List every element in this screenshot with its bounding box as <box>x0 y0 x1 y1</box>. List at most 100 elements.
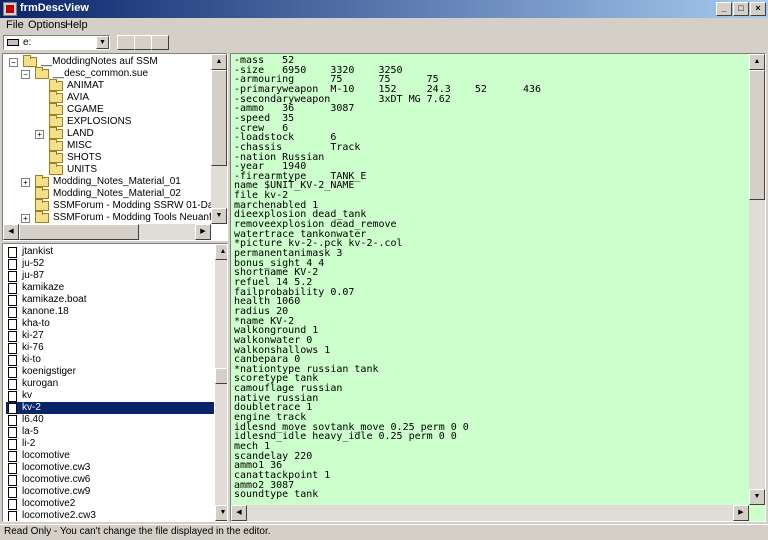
file-list-item[interactable]: kv-2 <box>6 402 214 414</box>
file-list-item[interactable]: ju-52 <box>6 258 214 270</box>
chevron-down-icon[interactable]: ▼ <box>96 36 109 49</box>
file-icon <box>8 463 17 474</box>
file-list-item[interactable]: ki-27 <box>6 330 214 342</box>
file-icon <box>8 247 17 258</box>
file-name: ki-to <box>22 354 41 365</box>
tree-item-label: SSMForum - Modding Tools Neuanfang 01-Da <box>53 212 228 223</box>
file-list-item[interactable]: kha-to <box>6 318 214 330</box>
file-list-item[interactable]: kamikaze <box>6 282 214 294</box>
folder-icon <box>35 211 49 223</box>
file-name: locomotive.cw6 <box>22 474 91 485</box>
file-list-item[interactable]: kurogan <box>6 378 214 390</box>
close-button[interactable]: × <box>750 2 766 16</box>
scroll-left-icon[interactable]: ◀ <box>231 505 247 521</box>
file-list-item[interactable]: ju-87 <box>6 270 214 282</box>
file-name: ju-52 <box>22 258 45 269</box>
expand-icon[interactable]: + <box>35 130 44 139</box>
folder-tree[interactable]: − __ModdingNotes auf SSM − __desc_common.su… <box>2 53 228 241</box>
file-list-item[interactable]: ki-76 <box>6 342 214 354</box>
description-editor[interactable]: -mass 52 -size 6950 3320 3250 -armouring 7… <box>230 53 766 522</box>
file-list-item[interactable]: koenigstiger <box>6 366 214 378</box>
tree-item-label: EXPLOSIONS <box>67 116 132 127</box>
file-icon <box>8 259 17 270</box>
files-vscroll-thumb[interactable] <box>215 368 227 384</box>
scroll-right-icon[interactable]: ▶ <box>733 505 749 521</box>
file-list-item[interactable]: l6.40 <box>6 414 214 426</box>
expand-icon[interactable]: + <box>21 178 30 187</box>
file-icon <box>8 511 17 521</box>
file-list-item[interactable]: la-5 <box>6 426 214 438</box>
file-name: ju-87 <box>22 270 45 281</box>
scroll-up-icon[interactable]: ▲ <box>215 244 227 260</box>
folder-icon <box>49 151 63 163</box>
file-list-item[interactable]: ki-to <box>6 354 214 366</box>
tree-item-label: Modding_Notes_Material_01 <box>53 176 181 187</box>
file-list-item[interactable]: kamikaze.boat <box>6 294 214 306</box>
editor-vscroll-thumb[interactable] <box>749 70 765 200</box>
file-list-item[interactable]: li-2 <box>6 438 214 450</box>
folder-icon <box>49 127 63 139</box>
file-icon <box>8 439 17 450</box>
tree-vscroll-thumb[interactable] <box>211 70 227 166</box>
file-list-item[interactable]: kanone.18 <box>6 306 214 318</box>
file-icon <box>8 475 17 486</box>
maximize-button[interactable]: □ <box>733 2 749 16</box>
file-list-item[interactable]: locomotive.cw6 <box>6 474 214 486</box>
tree-vscrollbar[interactable]: ▲ ▼ <box>211 54 227 224</box>
file-icon <box>8 379 17 390</box>
file-icon <box>8 487 17 498</box>
scroll-up-icon[interactable]: ▲ <box>749 54 765 70</box>
files-vscrollbar[interactable]: ▲ ▼ <box>215 244 227 521</box>
file-list-item[interactable]: locomotive <box>6 450 214 462</box>
file-list-item[interactable]: locomotive.cw3 <box>6 462 214 474</box>
scroll-down-icon[interactable]: ▼ <box>749 489 765 505</box>
folder-icon <box>49 115 63 127</box>
file-name: locomotive2 <box>22 498 76 509</box>
menu-help[interactable]: Help <box>65 19 88 31</box>
file-name: kv <box>22 390 32 401</box>
toolbar-button-3[interactable] <box>151 35 169 50</box>
tree-item-label: __ModdingNotes auf SSM <box>41 56 158 67</box>
file-icon <box>8 367 17 378</box>
menu-options[interactable]: Options <box>28 19 66 31</box>
drive-value: e: <box>23 37 32 48</box>
scroll-left-icon[interactable]: ◀ <box>3 224 19 240</box>
tree-item-label: MISC <box>67 140 92 151</box>
menu-file[interactable]: File <box>6 19 24 31</box>
file-name: locomotive.cw9 <box>22 486 91 497</box>
editor-vscrollbar[interactable]: ▲ ▼ <box>749 54 765 505</box>
minimize-button[interactable]: _ <box>716 2 732 16</box>
scroll-down-icon[interactable]: ▼ <box>215 505 227 521</box>
tree-hscroll-thumb[interactable] <box>19 224 139 240</box>
toolbar: e: ▼ <box>0 32 768 52</box>
scroll-down-icon[interactable]: ▼ <box>211 208 227 224</box>
file-list-item[interactable]: jtankist <box>6 246 214 258</box>
status-bar: Read Only - You can't change the file di… <box>0 524 768 540</box>
folder-icon <box>49 91 63 103</box>
file-name: kha-to <box>22 318 50 329</box>
toolbar-button-1[interactable] <box>117 35 135 50</box>
drive-selector[interactable]: e: ▼ <box>3 35 110 50</box>
toolbar-button-2[interactable] <box>134 35 152 50</box>
file-name: locomotive <box>22 450 70 461</box>
file-list-item[interactable]: locomotive2.cw3 <box>6 510 214 521</box>
expand-icon[interactable]: + <box>21 214 30 223</box>
file-icon <box>8 319 17 330</box>
folder-icon <box>49 139 63 151</box>
collapse-icon[interactable]: − <box>21 70 30 79</box>
file-list-item[interactable]: locomotive.cw9 <box>6 486 214 498</box>
file-list[interactable]: jtankist ju-52 ju-87 kamikaze kamikaze.boat k… <box>2 243 228 522</box>
file-list-item[interactable]: kv <box>6 390 214 402</box>
tree-item-label: AVIA <box>67 92 90 103</box>
scroll-up-icon[interactable]: ▲ <box>211 54 227 70</box>
tree-hscrollbar[interactable]: ◀ ▶ <box>3 224 211 240</box>
file-name: l6.40 <box>22 414 44 425</box>
collapse-icon[interactable]: − <box>9 58 18 67</box>
file-icon <box>8 355 17 366</box>
editor-hscrollbar[interactable]: ◀ ▶ <box>231 505 749 521</box>
file-list-item[interactable]: locomotive2 <box>6 498 214 510</box>
scroll-right-icon[interactable]: ▶ <box>195 224 211 240</box>
file-name: ki-27 <box>22 330 44 341</box>
file-name: la-5 <box>22 426 39 437</box>
app-icon <box>3 2 17 16</box>
